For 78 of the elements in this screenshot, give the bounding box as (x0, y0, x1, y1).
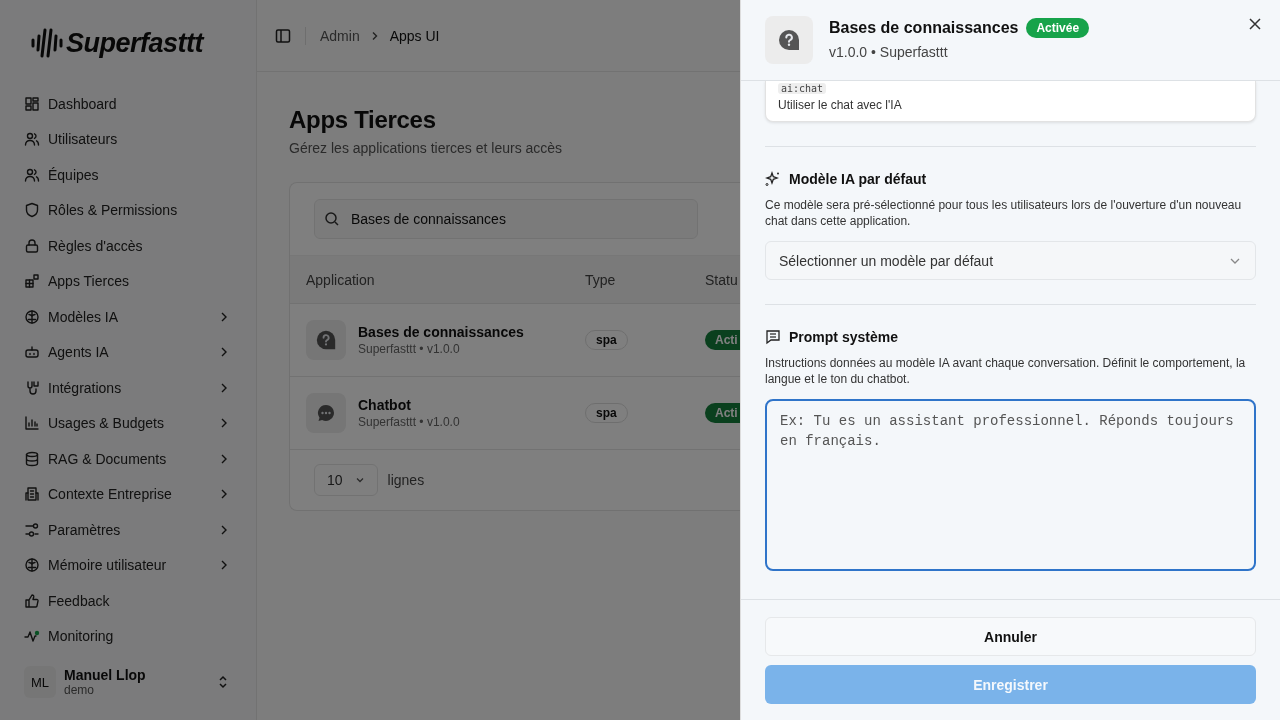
column-header: Statu (705, 271, 739, 288)
scope-code: ai:chat (778, 83, 827, 94)
breadcrumb-current: Apps UI (389, 27, 440, 44)
column-header: Application (305, 271, 376, 288)
logo-text: Superfasttt (66, 27, 203, 59)
pagination-label: lignes (387, 472, 425, 488)
close-icon[interactable] (1248, 17, 1262, 31)
breadcrumb-link[interactable]: Admin (320, 27, 360, 44)
nav-item[interactable]: Apps Tierces (24, 263, 240, 299)
nav-item[interactable]: Intégrations (24, 370, 240, 406)
user-menu[interactable]: ML Manuel Llop demo (24, 660, 240, 704)
question-bubble-icon (315, 329, 337, 351)
thumbs-up-icon (24, 592, 40, 609)
sliders-icon (24, 521, 40, 538)
sidebar-toggle-icon[interactable] (275, 27, 291, 44)
nav-item[interactable]: Mémoire utilisateur (24, 547, 240, 583)
table-row[interactable]: Chatbot Superfasttt • v1.0.0 spa Acti (290, 377, 740, 450)
bot-icon (24, 344, 40, 361)
scope-description: Utiliser le chat avec l'IA (778, 98, 902, 112)
nav-item[interactable]: Paramètres (24, 512, 240, 548)
status-badge: Activée (1026, 18, 1090, 38)
lock-icon (24, 237, 40, 254)
nav-item[interactable]: Agents IA (24, 334, 240, 370)
user-role: demo (64, 683, 96, 697)
brain-icon (24, 557, 40, 574)
panel-subtitle: v1.0.0 • Superfasttt (829, 44, 949, 60)
page-title: Apps Tierces (289, 106, 437, 134)
avatar: ML (24, 666, 56, 698)
users-icon (24, 166, 40, 183)
grid-icon (24, 95, 40, 112)
nav-item[interactable]: Modèles IA (24, 299, 240, 335)
nav-item[interactable]: Règles d'accès (24, 228, 240, 264)
nav-item[interactable]: Rôles & Permissions (24, 192, 240, 228)
section-description: Ce modèle sera pré-sélectionné pour tous les utilisateurs lors de l'ouverture d'un nouveau chat dans cette application. (765, 197, 1243, 229)
shield-icon (24, 202, 40, 219)
section-heading: Prompt système (789, 329, 898, 345)
section-description: Instructions données au modèle IA avant chaque conversation. Définit le comportement, la langue et le ton du chatbot. (765, 355, 1247, 387)
model-select[interactable]: Sélectionner un modèle par défaut (765, 241, 1256, 280)
search-icon (324, 211, 340, 227)
nav-item[interactable]: Feedback (24, 583, 240, 619)
modal-backdrop[interactable] (0, 0, 740, 720)
question-bubble-icon (777, 28, 801, 52)
page-subtitle: Gérez les applications tierces et leurs accès (289, 140, 564, 156)
logo-icon (30, 27, 64, 59)
database-icon (24, 450, 40, 467)
table-row[interactable]: Bases de connaissances Superfasttt • v1.0.0 spa Acti (290, 304, 740, 377)
nav-item[interactable]: RAG & Documents (24, 441, 240, 477)
chat-bubble-icon (316, 403, 336, 423)
column-header: Type (585, 271, 617, 288)
brain-icon (24, 308, 40, 325)
nav-item[interactable]: Dashboard (24, 86, 240, 122)
activity-icon (24, 628, 40, 645)
app-meta: Superfasttt • v1.0.0 (358, 342, 461, 356)
sparkles-icon (765, 171, 781, 187)
users-icon (24, 131, 40, 148)
panel-title: Bases de connaissances (829, 19, 1019, 37)
app-name: Bases de connaissances (358, 324, 524, 340)
apps-icon (24, 273, 40, 290)
chevron-down-icon (354, 475, 365, 485)
app-name: Chatbot (358, 397, 412, 413)
nav-item[interactable]: Contexte Entreprise (24, 476, 240, 512)
status-badge: Acti (705, 330, 740, 350)
user-name: Manuel Llop (64, 667, 147, 683)
nav-item[interactable]: Utilisateurs (24, 121, 240, 157)
nav-item[interactable]: Monitoring (24, 618, 240, 654)
chevrons-updown-icon (216, 675, 230, 689)
prompt-textarea[interactable]: Ex: Tu es un assistant professionnel. Réponds toujours en français. (765, 399, 1256, 571)
section-heading: Modèle IA par défaut (789, 171, 927, 187)
search-field[interactable]: Bases de connaissances (314, 199, 698, 239)
app-meta: Superfasttt • v1.0.0 (358, 415, 460, 429)
nav-item[interactable]: Équipes (24, 157, 240, 193)
nav-item[interactable]: Usages & Budgets (24, 405, 240, 441)
status-badge: Acti (705, 403, 740, 423)
building-icon (24, 486, 40, 503)
cancel-button[interactable]: Annuler (765, 617, 1256, 656)
bar-chart-icon (24, 415, 40, 432)
page-size-select[interactable]: 10 (314, 464, 378, 496)
plug-icon (24, 379, 40, 396)
